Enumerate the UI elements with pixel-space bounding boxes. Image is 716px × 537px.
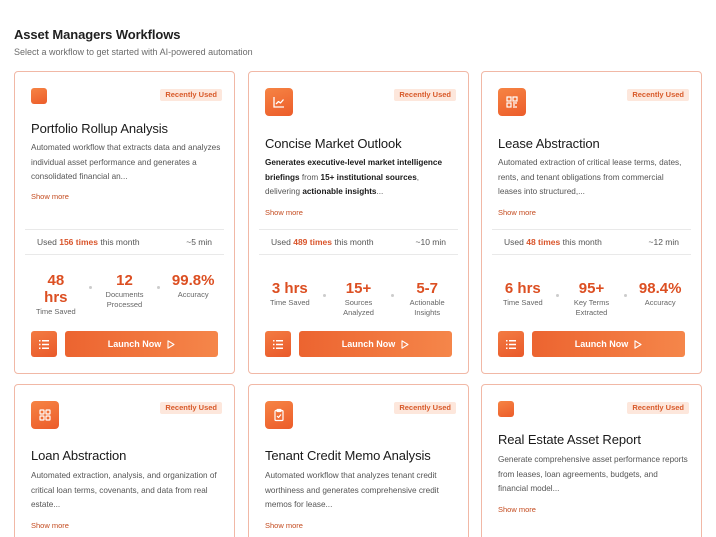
launch-label: Launch Now xyxy=(574,339,629,349)
workflow-card-market-outlook[interactable]: Recently Used Concise Market Outlook Gen… xyxy=(248,71,469,374)
launch-now-button[interactable]: Launch Now xyxy=(299,331,452,357)
launch-now-button[interactable]: Launch Now xyxy=(65,331,218,357)
card-actions: Launch Now xyxy=(498,331,685,357)
stats-row: 6 hrs Time Saved 95+ Key Terms Extracted 9… xyxy=(490,280,693,318)
card-description: Generate comprehensive asset performance… xyxy=(498,455,688,493)
square-icon xyxy=(31,88,47,104)
page-title: Asset Managers Workflows xyxy=(14,27,181,42)
duration: ~10 min xyxy=(415,237,446,247)
page-subtitle: Select a workflow to get started with AI… xyxy=(14,47,253,57)
list-icon xyxy=(39,339,49,349)
stat-time-saved: 48 hrs Time Saved xyxy=(35,272,76,316)
recently-used-badge: Recently Used xyxy=(160,89,222,101)
details-button[interactable] xyxy=(265,331,291,357)
launch-label: Launch Now xyxy=(341,339,396,349)
stat-insights: 5-7 Actionable Insights xyxy=(409,280,445,317)
play-icon xyxy=(401,339,409,349)
launch-now-button[interactable]: Launch Now xyxy=(532,331,685,357)
stat-accuracy: 98.4% Accuracy xyxy=(638,280,682,307)
workflow-card-portfolio-rollup[interactable]: Recently Used Portfolio Rollup Analysis … xyxy=(14,71,235,374)
usage-row: Used 156 times this month ~5 min xyxy=(25,229,224,255)
recently-used-badge: Recently Used xyxy=(394,402,456,414)
scan-icon xyxy=(498,88,526,116)
stat-accuracy: 99.8% Accuracy xyxy=(171,272,215,299)
card-actions: Launch Now xyxy=(265,331,452,357)
show-more-link[interactable]: Show more xyxy=(498,505,536,514)
usage-count: Used 156 times this month xyxy=(37,237,140,247)
card-title: Lease Abstraction xyxy=(498,136,600,151)
stat-documents: 12 Documents Processed xyxy=(105,272,144,309)
recently-used-badge: Recently Used xyxy=(394,89,456,101)
workflow-card-loan-abstraction[interactable]: Recently Used Loan Abstraction Automated… xyxy=(14,384,235,537)
usage-count: Used 48 times this month xyxy=(504,237,602,247)
details-button[interactable] xyxy=(31,331,57,357)
play-icon xyxy=(167,339,175,349)
list-icon xyxy=(506,339,516,349)
show-more-link[interactable]: Show more xyxy=(498,208,536,217)
workflow-card-lease-abstraction[interactable]: Recently Used Lease Abstraction Automate… xyxy=(481,71,702,374)
workflow-card-real-estate-asset-report[interactable]: Recently Used Real Estate Asset Report G… xyxy=(481,384,702,537)
card-description: Automated extraction, analysis, and orga… xyxy=(31,471,217,509)
workflow-card-tenant-credit-memo[interactable]: Recently Used Tenant Credit Memo Analysi… xyxy=(248,384,469,537)
card-description: Automated workflow that analyzes tenant … xyxy=(265,471,439,509)
show-more-link[interactable]: Show more xyxy=(31,192,69,201)
recently-used-badge: Recently Used xyxy=(627,89,689,101)
usage-row: Used 489 times this month ~10 min xyxy=(259,229,458,255)
card-actions: Launch Now xyxy=(31,331,218,357)
card-description: Generates executive-level market intelli… xyxy=(265,158,443,196)
card-description: Automated extraction of critical lease t… xyxy=(498,158,682,196)
recently-used-badge: Recently Used xyxy=(627,402,689,414)
duration: ~12 min xyxy=(648,237,679,247)
square-icon xyxy=(498,401,514,417)
card-title: Real Estate Asset Report xyxy=(498,432,641,447)
card-title: Concise Market Outlook xyxy=(265,136,402,151)
clipboard-icon xyxy=(265,401,293,429)
stat-time-saved: 3 hrs Time Saved xyxy=(269,280,310,307)
duration: ~5 min xyxy=(186,237,212,247)
stat-key-terms: 95+ Key Terms Extracted xyxy=(573,280,610,317)
card-title: Loan Abstraction xyxy=(31,448,127,463)
stat-time-saved: 6 hrs Time Saved xyxy=(502,280,543,307)
card-description: Automated workflow that extracts data an… xyxy=(31,143,221,181)
stats-row: 48 hrs Time Saved 12 Documents Processed 9… xyxy=(23,272,226,317)
show-more-link[interactable]: Show more xyxy=(265,521,303,530)
stats-row: 3 hrs Time Saved 15+ Sources Analyzed 5-7 A… xyxy=(257,280,460,318)
play-icon xyxy=(634,339,642,349)
card-title: Portfolio Rollup Analysis xyxy=(31,121,168,136)
usage-row: Used 48 times this month ~12 min xyxy=(492,229,691,255)
line-chart-icon xyxy=(265,88,293,116)
show-more-link[interactable]: Show more xyxy=(31,521,69,530)
card-title: Tenant Credit Memo Analysis xyxy=(265,448,431,463)
recently-used-badge: Recently Used xyxy=(160,402,222,414)
launch-label: Launch Now xyxy=(107,339,162,349)
details-button[interactable] xyxy=(498,331,524,357)
grid-icon xyxy=(31,401,59,429)
stat-sources: 15+ Sources Analyzed xyxy=(343,280,374,317)
usage-count: Used 489 times this month xyxy=(271,237,374,247)
list-icon xyxy=(273,339,283,349)
show-more-link[interactable]: Show more xyxy=(265,208,303,217)
